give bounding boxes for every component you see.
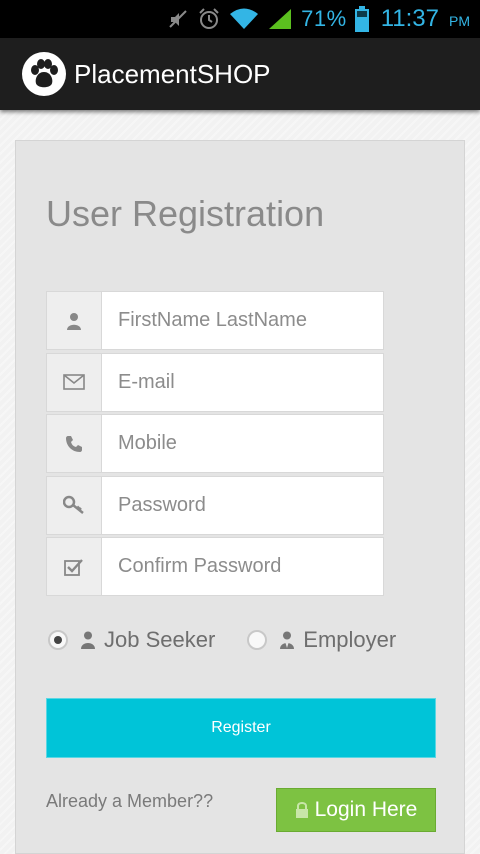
login-label: Login Here — [314, 798, 418, 821]
mute-icon — [167, 8, 189, 30]
job-seeker-radio[interactable] — [48, 630, 68, 650]
employer-radio[interactable] — [247, 630, 268, 650]
name-input[interactable] — [102, 292, 383, 349]
confirm-password-field-group — [46, 537, 384, 596]
signal-icon — [267, 7, 293, 31]
login-button[interactable]: Login Here — [276, 788, 436, 832]
clock-ampm: PM — [449, 13, 470, 29]
already-member-text: Already a Member?? — [46, 791, 214, 811]
user-icon — [80, 631, 96, 649]
wifi-icon — [229, 7, 259, 31]
check-square-icon — [47, 538, 102, 595]
role-employer[interactable]: Employer — [247, 627, 396, 653]
status-bar: 71% 11:37 PM — [0, 0, 480, 38]
email-input[interactable] — [102, 353, 383, 411]
battery-icon — [354, 6, 369, 32]
registration-form — [46, 291, 384, 599]
phone-icon — [47, 415, 102, 472]
paw-icon[interactable] — [22, 52, 66, 96]
envelope-icon — [47, 353, 102, 411]
mobile-input[interactable] — [102, 415, 383, 472]
key-icon — [47, 476, 102, 534]
app-title: PlacementSHOP — [74, 58, 271, 89]
page-title: User Registration — [46, 193, 325, 234]
app-bar: PlacementSHOP — [0, 38, 480, 110]
password-input[interactable] — [102, 476, 383, 534]
employer-label: Employer — [303, 627, 397, 652]
lock-icon — [295, 801, 309, 819]
user-tie-icon — [279, 631, 295, 649]
alarm-icon — [197, 7, 221, 31]
name-field-group — [46, 291, 384, 350]
clock-time: 11:37 — [380, 5, 439, 32]
job-seeker-label: Job Seeker — [104, 627, 216, 652]
mobile-field-group — [46, 414, 384, 473]
register-button[interactable]: Register — [46, 698, 436, 758]
email-field-group — [46, 352, 384, 412]
confirm-password-input[interactable] — [102, 538, 383, 595]
password-field-group — [46, 475, 384, 535]
user-icon — [47, 292, 102, 349]
registration-card: User Registration FirstName LastName E-m… — [15, 140, 465, 854]
role-selector: Job Seeker Employer — [48, 627, 396, 653]
role-job-seeker[interactable]: Job Seeker — [48, 627, 215, 653]
battery-percent: 71% — [301, 6, 347, 31]
